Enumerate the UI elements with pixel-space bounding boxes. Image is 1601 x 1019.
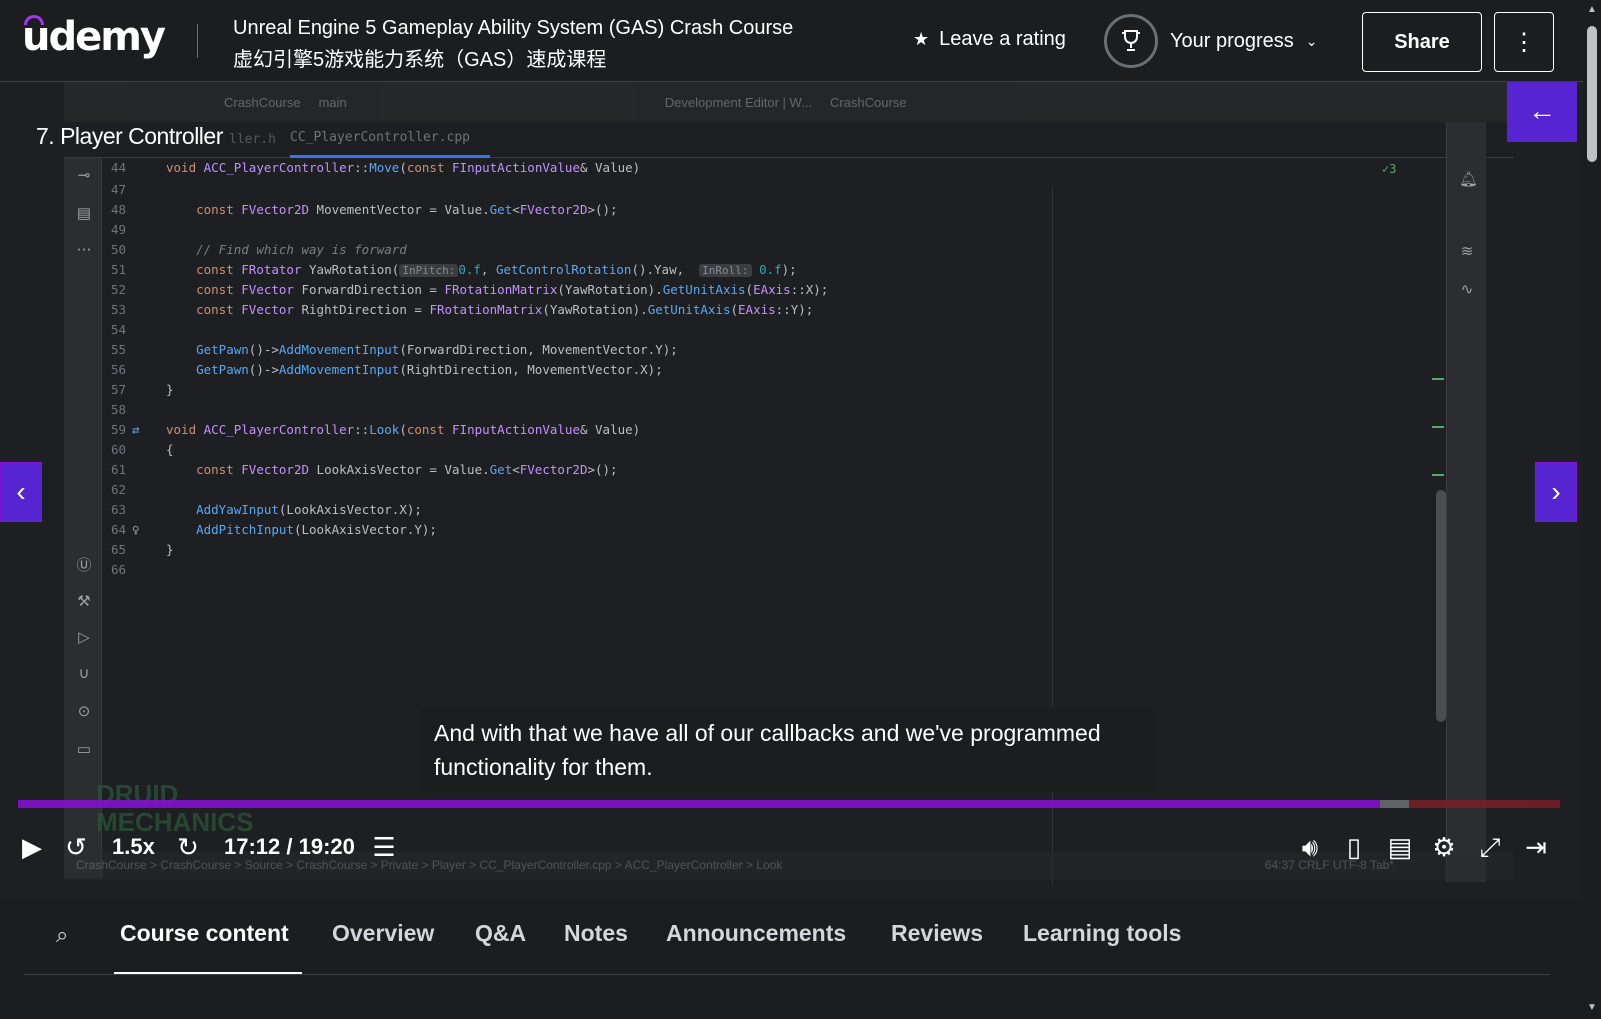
ide-run-target: CrashCourse <box>829 94 907 110</box>
your-progress-label: Your progress <box>1170 29 1294 52</box>
your-progress-button[interactable]: Your progress ⌄ <box>1104 14 1318 68</box>
build-icon: ⚒ <box>77 593 91 610</box>
unreal-icon: Ⓤ <box>76 557 92 574</box>
previous-lecture-button[interactable]: ‹ <box>0 462 42 522</box>
next-lecture-button[interactable]: › <box>1535 462 1577 522</box>
tab-qa[interactable]: Q&A <box>475 920 526 947</box>
tab-announcements[interactable]: Announcements <box>666 920 846 947</box>
services-icon: ⊙ <box>77 703 91 720</box>
magnet-icon: ∪ <box>78 665 90 682</box>
more-tools-icon: ⋯ <box>76 241 92 258</box>
change-marker <box>1432 474 1444 476</box>
commit-icon: ⊸ <box>77 167 91 184</box>
tab-notes[interactable]: Notes <box>564 920 628 947</box>
ide-scrollbar <box>1436 490 1446 722</box>
player-controls: ▶ ↺ 1.5x ↻ 17:12 / 19:20 ☰ 🔊︎ ▯ ▤ ⚙ ⤢ ⇥ <box>0 822 1583 882</box>
video-progress-bar[interactable] <box>18 800 1560 808</box>
ide-git-branch: main <box>318 94 347 110</box>
course-header: udemy Unreal Engine 5 Gameplay Ability S… <box>0 0 1601 82</box>
leave-rating-label: Leave a rating <box>939 28 1066 50</box>
transcript-icon[interactable]: ▯ <box>1338 832 1370 863</box>
lecture-title: 7. Player Controller <box>36 123 223 149</box>
page-scrollbar-thumb[interactable] <box>1587 26 1597 162</box>
scroll-up-icon[interactable]: ▲ <box>1587 4 1597 15</box>
playback-speed[interactable]: 1.5x <box>112 834 155 860</box>
open-sidebar-button[interactable]: ← <box>1507 82 1577 142</box>
forward-5-icon[interactable]: ↻ <box>172 832 204 863</box>
tab-learning-tools[interactable]: Learning tools <box>1023 920 1181 947</box>
rewind-5-icon[interactable]: ↺ <box>60 832 92 863</box>
course-title-en: Unreal Engine 5 Gameplay Ability System … <box>233 17 794 39</box>
video-player[interactable]: CrashCourse main Development Editor | W.… <box>0 82 1583 900</box>
settings-icon[interactable]: ⚙ <box>1428 832 1460 863</box>
course-tabs: ⌕ Course content Overview Q&A Notes Anno… <box>0 900 1583 1019</box>
udemy-logo[interactable]: udemy <box>22 14 166 60</box>
database-icon: ≋ <box>1460 243 1474 260</box>
volume-icon[interactable]: 🔊︎ <box>1294 832 1326 864</box>
caption-text: And with that we have all of our callbac… <box>422 708 1156 792</box>
page-scrollbar[interactable]: ▲ ▼ <box>1583 0 1601 1019</box>
change-marker <box>1432 426 1444 428</box>
trophy-icon <box>1104 14 1158 68</box>
play-icon[interactable]: ▶ <box>16 832 48 863</box>
chevron-down-icon: ⌄ <box>1305 32 1318 49</box>
change-marker <box>1432 378 1444 380</box>
course-title-zh: 虚幻引擎5游戏能力系统（GAS）速成课程 <box>233 49 607 71</box>
tab-reviews[interactable]: Reviews <box>891 920 983 947</box>
fullscreen-icon[interactable]: ⤢ <box>1474 832 1506 864</box>
structure-icon: ▤ <box>76 205 92 222</box>
course-title[interactable]: Unreal Engine 5 Gameplay Ability System … <box>233 12 793 76</box>
terminal-icon: ▭ <box>76 741 92 758</box>
tab-course-content[interactable]: Course content <box>120 920 289 947</box>
tabs-divider <box>24 974 1550 975</box>
add-note-icon[interactable]: ☰ <box>368 832 400 863</box>
captions-icon[interactable]: ▤ <box>1384 832 1416 863</box>
ide-project: CrashCourse <box>224 94 301 110</box>
ide-editor-tabs: ller.h CC_PlayerController.cpp <box>64 122 1514 158</box>
search-icon[interactable]: ⌕ <box>56 922 68 948</box>
ide-tab-header: ller.h <box>229 132 276 147</box>
inspection-widget: ✓3 <box>1382 162 1397 176</box>
time-display: 17:12 / 19:20 <box>224 834 355 859</box>
ide-left-toolbar: ⊸ ▤ ⋯ Ⓤ ⚒ ▷ ∪ ⊙ ▭ <box>64 158 102 878</box>
profiler-icon: ∿ <box>1460 281 1474 298</box>
tab-overview[interactable]: Overview <box>332 920 434 947</box>
progress-played <box>18 800 1380 808</box>
more-options-button[interactable]: ⋮ <box>1494 12 1554 72</box>
ide-config: Development Editor | W... <box>664 94 812 110</box>
ide-right-toolbar: 🔔︎ ≋ ∿ <box>1446 122 1486 882</box>
share-button[interactable]: Share <box>1362 12 1482 72</box>
header-divider <box>197 24 198 58</box>
notifications-icon: 🔔︎ <box>1459 171 1479 188</box>
exit-expanded-icon[interactable]: ⇥ <box>1520 832 1552 863</box>
leave-rating-button[interactable]: ★ Leave a rating <box>913 28 1066 51</box>
star-icon: ★ <box>913 29 930 49</box>
ide-tab-active: CC_PlayerController.cpp <box>290 130 471 145</box>
run-icon: ▷ <box>78 629 90 646</box>
scroll-down-icon[interactable]: ▼ <box>1587 1002 1597 1013</box>
ide-toolbar: CrashCourse main Development Editor | W.… <box>64 82 1514 122</box>
